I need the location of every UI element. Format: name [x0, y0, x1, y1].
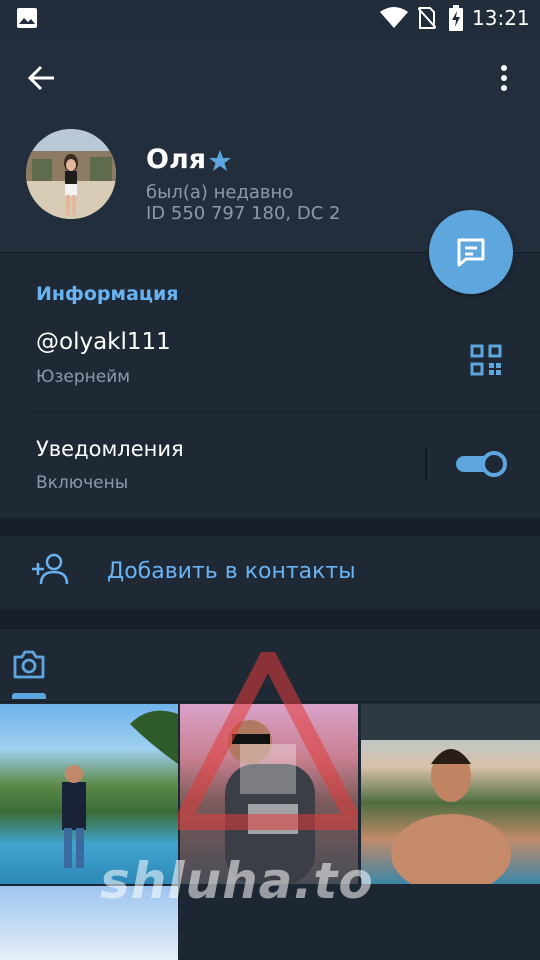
- notifications-status: Включены: [36, 473, 129, 493]
- username-label: Юзернейм: [36, 367, 131, 387]
- message-icon: [457, 238, 485, 267]
- watermark-logo: [178, 652, 358, 830]
- avatar[interactable]: [26, 129, 116, 219]
- battery-charging-icon: [449, 5, 463, 31]
- divider: [425, 448, 427, 480]
- star-icon: [209, 150, 231, 171]
- info-section-title: Информация: [36, 283, 179, 305]
- status-time: 13:21: [472, 6, 530, 30]
- username-value[interactable]: @olyakl111: [36, 329, 171, 355]
- add-user-icon: [32, 553, 69, 585]
- notifications-label[interactable]: Уведомления: [36, 437, 184, 461]
- qr-code-icon[interactable]: [468, 342, 504, 378]
- notifications-toggle[interactable]: [456, 450, 508, 478]
- send-message-button[interactable]: [429, 210, 513, 294]
- active-tab-indicator: [12, 693, 46, 699]
- last-seen-status: был(а) недавно: [146, 182, 294, 203]
- divider: [30, 411, 540, 412]
- photo-thumbnail[interactable]: [361, 704, 540, 884]
- camera-icon[interactable]: [12, 648, 46, 680]
- profile-id: ID 550 797 180, DC 2: [146, 203, 341, 224]
- section-gap: [0, 609, 540, 629]
- section-gap: [0, 518, 540, 536]
- more-menu-button[interactable]: [488, 58, 520, 98]
- wifi-icon: [380, 7, 408, 28]
- status-bar: 13:21: [0, 0, 540, 36]
- more-vertical-icon: [501, 65, 507, 91]
- image-icon: [17, 8, 37, 28]
- add-contact-label[interactable]: Добавить в контакты: [107, 559, 356, 584]
- watermark-text: shluha.to: [100, 852, 374, 910]
- no-sim-icon: [418, 7, 436, 29]
- arrow-left-icon: [27, 65, 54, 91]
- profile-name: Оля: [146, 144, 207, 175]
- back-button[interactable]: [22, 58, 62, 98]
